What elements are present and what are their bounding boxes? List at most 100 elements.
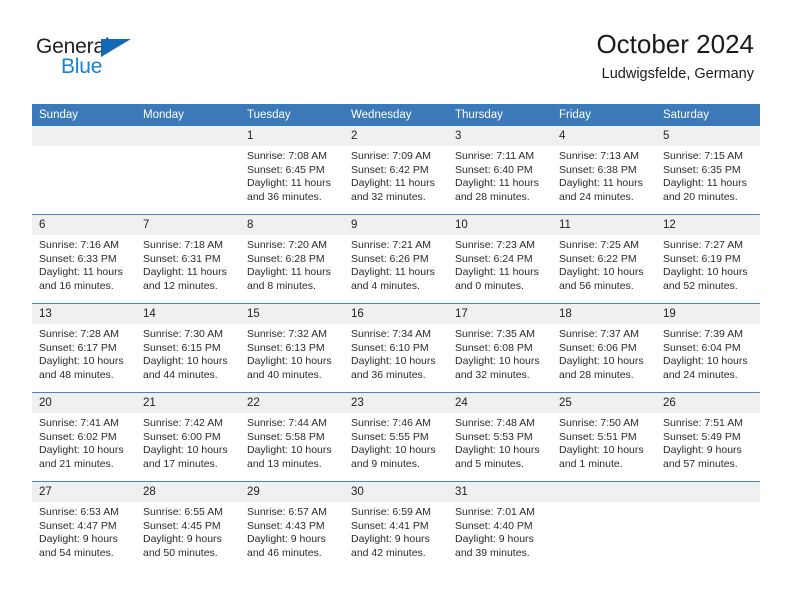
calendar-day-cell[interactable]: 6 Sunrise: 7:16 AM Sunset: 6:33 PM Daylight… [32,214,136,304]
calendar-day-cell[interactable]: 9 Sunrise: 7:21 AM Sunset: 6:26 PM Daylight… [344,214,448,304]
calendar-day-cell[interactable]: 8 Sunrise: 7:20 AM Sunset: 6:28 PM Daylight… [240,214,344,304]
daylight-text: Daylight: 11 hours and 32 minutes. [351,177,435,203]
day-number: 23 [344,393,448,413]
calendar-day-cell[interactable]: 11 Sunrise: 7:25 AM Sunset: 6:22 PM Dayligh… [552,214,656,304]
calendar-day-cell[interactable]: 21 Sunrise: 7:42 AM Sunset: 6:00 PM Dayligh… [136,392,240,482]
sunrise-text: Sunrise: 7:16 AM [39,239,119,251]
calendar-day-cell[interactable]: 29 Sunrise: 6:57 AM Sunset: 4:43 PM Dayligh… [240,481,344,570]
sunrise-text: Sunrise: 7:21 AM [351,239,431,251]
calendar-day-cell-empty [552,481,656,570]
page-header: General Blue October 2024 Ludwigsfelde, … [0,0,792,100]
daylight-text: Daylight: 10 hours and 36 minutes. [351,355,436,381]
calendar-day-cell[interactable]: 13 Sunrise: 7:28 AM Sunset: 6:17 PM Dayligh… [32,303,136,393]
daylight-text: Daylight: 11 hours and 28 minutes. [455,177,539,203]
day-sun-info: Sunrise: 7:35 AM Sunset: 6:08 PM Daylight:… [448,324,552,382]
day-number-placeholder [136,126,240,146]
calendar-day-cell[interactable]: 23 Sunrise: 7:46 AM Sunset: 5:55 PM Dayligh… [344,392,448,482]
daylight-text: Daylight: 11 hours and 12 minutes. [143,266,227,292]
sunset-text: Sunset: 5:53 PM [455,430,533,443]
day-number: 3 [448,126,552,146]
calendar-day-cell[interactable]: 15 Sunrise: 7:32 AM Sunset: 6:13 PM Dayligh… [240,303,344,393]
calendar-day-cell[interactable]: 18 Sunrise: 7:37 AM Sunset: 6:06 PM Dayligh… [552,303,656,393]
calendar-day-cell[interactable]: 25 Sunrise: 7:50 AM Sunset: 5:51 PM Dayligh… [552,392,656,482]
title-block: October 2024 Ludwigsfelde, Germany [596,29,754,84]
calendar-day-cell[interactable]: 1 Sunrise: 7:08 AM Sunset: 6:45 PM Daylight… [240,126,344,215]
day-sun-info: Sunrise: 6:57 AM Sunset: 4:43 PM Daylight:… [240,502,344,560]
day-number: 11 [552,215,656,235]
sunrise-text: Sunrise: 7:41 AM [39,417,119,429]
daylight-text: Daylight: 10 hours and 52 minutes. [663,266,748,292]
day-number: 7 [136,215,240,235]
day-number: 16 [344,304,448,324]
day-number: 13 [32,304,136,324]
sunset-text: Sunset: 6:22 PM [559,252,637,265]
day-sun-info: Sunrise: 7:30 AM Sunset: 6:15 PM Daylight:… [136,324,240,382]
day-sun-info: Sunrise: 7:34 AM Sunset: 6:10 PM Daylight:… [344,324,448,382]
page-subtitle: Ludwigsfelde, Germany [601,65,754,82]
calendar-day-cell[interactable]: 24 Sunrise: 7:48 AM Sunset: 5:53 PM Dayligh… [448,392,552,482]
day-sun-info: Sunrise: 7:11 AM Sunset: 6:40 PM Daylight:… [448,146,552,204]
weekday-header-saturday: Saturday [656,104,760,126]
sunrise-text: Sunrise: 7:13 AM [559,150,639,162]
day-sun-info: Sunrise: 7:21 AM Sunset: 6:26 PM Daylight:… [344,235,448,293]
calendar-day-cell[interactable]: 20 Sunrise: 7:41 AM Sunset: 6:02 PM Dayligh… [32,392,136,482]
day-sun-info: Sunrise: 7:18 AM Sunset: 6:31 PM Daylight:… [136,235,240,293]
daylight-text: Daylight: 9 hours and 50 minutes. [143,533,222,559]
calendar-day-cell[interactable]: 10 Sunrise: 7:23 AM Sunset: 6:24 PM Dayligh… [448,214,552,304]
daylight-text: Daylight: 10 hours and 44 minutes. [143,355,228,381]
calendar-day-cell[interactable]: 12 Sunrise: 7:27 AM Sunset: 6:19 PM Dayligh… [656,214,760,304]
sunrise-text: Sunrise: 7:50 AM [559,417,639,429]
day-number: 27 [32,482,136,502]
daylight-text: Daylight: 9 hours and 42 minutes. [351,533,430,559]
sunset-text: Sunset: 6:28 PM [247,252,325,265]
sunrise-text: Sunrise: 6:55 AM [143,506,223,518]
calendar-header-row: Sunday Monday Tuesday Wednesday Thursday Frid… [32,104,760,126]
calendar-day-cell[interactable]: 7 Sunrise: 7:18 AM Sunset: 6:31 PM Daylight… [136,214,240,304]
day-number-placeholder [552,482,656,502]
sunrise-text: Sunrise: 7:01 AM [455,506,535,518]
sunset-text: Sunset: 5:55 PM [351,430,429,443]
calendar-day-cell[interactable]: 31 Sunrise: 7:01 AM Sunset: 4:40 PM Dayligh… [448,481,552,570]
calendar-day-cell[interactable]: 5 Sunrise: 7:15 AM Sunset: 6:35 PM Daylight… [656,126,760,215]
calendar-day-cell[interactable]: 3 Sunrise: 7:11 AM Sunset: 6:40 PM Daylight… [448,126,552,215]
calendar-day-cell[interactable]: 27 Sunrise: 6:53 AM Sunset: 4:47 PM Dayligh… [32,481,136,570]
sunset-text: Sunset: 6:17 PM [39,341,117,354]
daylight-text: Daylight: 10 hours and 56 minutes. [559,266,644,292]
logo-text-blue: Blue [61,55,103,78]
sunrise-text: Sunrise: 7:39 AM [663,328,743,340]
calendar-day-cell[interactable]: 2 Sunrise: 7:09 AM Sunset: 6:42 PM Daylight… [344,126,448,215]
day-number: 25 [552,393,656,413]
calendar-day-cell[interactable]: 26 Sunrise: 7:51 AM Sunset: 5:49 PM Dayligh… [656,392,760,482]
calendar-page: General Blue October 2024 Ludwigsfelde, … [0,0,792,612]
day-sun-info: Sunrise: 7:09 AM Sunset: 6:42 PM Daylight:… [344,146,448,204]
sunset-text: Sunset: 6:00 PM [143,430,221,443]
calendar-body: 1 Sunrise: 7:08 AM Sunset: 6:45 PM Daylight… [32,126,760,570]
calendar-week-row: 13 Sunrise: 7:28 AM Sunset: 6:17 PM Dayligh… [32,303,760,393]
daylight-text: Daylight: 11 hours and 0 minutes. [455,266,539,292]
calendar-day-cell[interactable]: 30 Sunrise: 6:59 AM Sunset: 4:41 PM Dayligh… [344,481,448,570]
sunrise-text: Sunrise: 7:27 AM [663,239,743,251]
day-sun-info: Sunrise: 7:28 AM Sunset: 6:17 PM Daylight:… [32,324,136,382]
day-sun-info: Sunrise: 7:23 AM Sunset: 6:24 PM Daylight:… [448,235,552,293]
calendar-week-row: 1 Sunrise: 7:08 AM Sunset: 6:45 PM Daylight… [32,126,760,215]
sunrise-text: Sunrise: 6:59 AM [351,506,431,518]
calendar-day-cell[interactable]: 28 Sunrise: 6:55 AM Sunset: 4:45 PM Dayligh… [136,481,240,570]
sunset-text: Sunset: 6:40 PM [455,163,533,176]
day-number: 31 [448,482,552,502]
sunrise-text: Sunrise: 7:34 AM [351,328,431,340]
day-number: 22 [240,393,344,413]
day-number: 10 [448,215,552,235]
calendar-day-cell[interactable]: 16 Sunrise: 7:34 AM Sunset: 6:10 PM Dayligh… [344,303,448,393]
calendar-day-cell[interactable]: 19 Sunrise: 7:39 AM Sunset: 6:04 PM Dayligh… [656,303,760,393]
calendar-day-cell[interactable]: 14 Sunrise: 7:30 AM Sunset: 6:15 PM Dayligh… [136,303,240,393]
calendar-week-row: 27 Sunrise: 6:53 AM Sunset: 4:47 PM Dayligh… [32,481,760,570]
day-sun-info: Sunrise: 7:32 AM Sunset: 6:13 PM Daylight:… [240,324,344,382]
page-title: October 2024 [596,29,754,59]
calendar-day-cell[interactable]: 4 Sunrise: 7:13 AM Sunset: 6:38 PM Daylight… [552,126,656,215]
sunset-text: Sunset: 4:43 PM [247,519,325,532]
daylight-text: Daylight: 11 hours and 16 minutes. [39,266,123,292]
calendar-day-cell[interactable]: 17 Sunrise: 7:35 AM Sunset: 6:08 PM Dayligh… [448,303,552,393]
generalblue-logo[interactable]: General Blue [36,36,166,84]
sunrise-text: Sunrise: 7:09 AM [351,150,431,162]
calendar-day-cell[interactable]: 22 Sunrise: 7:44 AM Sunset: 5:58 PM Dayligh… [240,392,344,482]
